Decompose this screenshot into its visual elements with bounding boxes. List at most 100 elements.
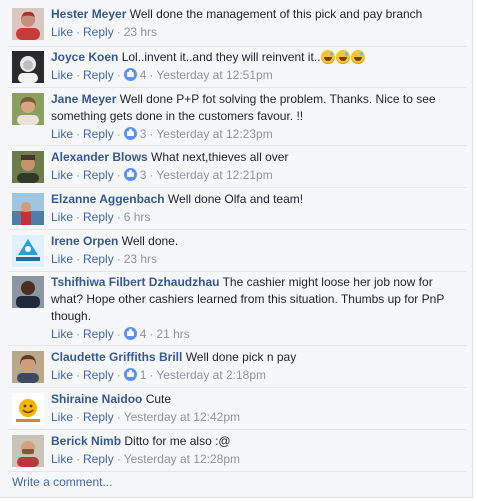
write-comment-link[interactable]: Write a comment... [12,475,112,489]
comment-author[interactable]: Jane Meyer [51,92,116,106]
comment-body: Alexander Blows What next,thieves all ov… [51,149,462,184]
comment-time[interactable]: 6 hrs [124,210,151,224]
divider [8,271,466,272]
comment-time[interactable]: 23 hrs [124,25,157,39]
reply-link[interactable]: Reply [83,452,114,466]
like-link[interactable]: Like [51,127,73,141]
avatar[interactable] [12,151,44,183]
avatar[interactable] [12,235,44,267]
comment-item: Shiraine Naidoo Cute Like · Reply · Yesterda… [0,391,470,427]
thumbs-up-icon[interactable] [123,168,137,181]
comment-item: Berick Nimb Ditto for me also :@ Like · Re… [0,433,470,469]
separator-dot: · [116,127,121,141]
comment-author[interactable]: Alexander Blows [51,150,148,164]
comment-author[interactable]: Irene Orpen [51,234,118,248]
separator-dot: · [116,168,121,182]
comment-time[interactable]: 21 hrs [156,327,189,341]
comment-time[interactable]: 23 hrs [124,252,157,266]
avatar[interactable] [12,8,44,40]
avatar[interactable] [12,93,44,125]
reply-link[interactable]: Reply [83,127,114,141]
thumbs-up-icon[interactable] [123,127,137,140]
comment-item: Hester Meyer Well done the management of… [0,6,470,42]
like-link[interactable]: Like [51,25,73,39]
avatar[interactable] [12,351,44,383]
like-link[interactable]: Like [51,452,73,466]
comment-text: What next,thieves all over [151,150,289,164]
separator-dot: · [116,452,121,466]
comment-body: Elzanne Aggenbach Well done Olfa and tea… [51,191,462,226]
comment-text: Ditto for me also :@ [124,434,231,448]
avatar[interactable] [12,193,44,225]
like-link[interactable]: Like [51,368,73,382]
grinning-sweat-emoji-icon [321,50,336,64]
comment-time[interactable]: Yesterday at 12:21pm [156,168,272,182]
like-link[interactable]: Like [51,327,73,341]
separator-dot: · [76,327,81,341]
separator-dot: · [116,210,121,224]
thumbs-up-icon[interactable] [123,68,137,81]
comment-actions: Like · Reply · 4 · Yesterday at 12:51pm [51,67,462,84]
separator-dot: · [76,127,81,141]
like-link[interactable]: Like [51,168,73,182]
comment-time[interactable]: Yesterday at 2:18pm [156,368,266,382]
like-link[interactable]: Like [51,68,73,82]
comment-body: Jane Meyer Well done P+P fot solving the… [51,91,462,143]
comment-actions: Like · Reply · Yesterday at 12:42pm [51,409,462,426]
separator-dot: · [76,25,81,39]
reply-link[interactable]: Reply [83,168,114,182]
comment-author[interactable]: Shiraine Naidoo [51,392,142,406]
thumbs-up-icon[interactable] [123,368,137,381]
separator-dot: · [149,168,154,182]
divider [8,429,466,430]
divider [8,46,466,47]
comment-author[interactable]: Hester Meyer [51,7,126,21]
reply-link[interactable]: Reply [83,368,114,382]
separator-dot: · [76,68,81,82]
comment-actions: Like · Reply · 1 · Yesterday at 2:18pm [51,367,462,384]
comment-author[interactable]: Berick Nimb [51,434,121,448]
comment-text: Lol..invent it..and they will reinvent i… [121,50,321,64]
avatar[interactable] [12,435,44,467]
comment-item: Joyce Koen Lol..invent it..and they will… [0,49,470,85]
separator-dot: · [116,410,121,424]
like-link[interactable]: Like [51,210,73,224]
divider [8,187,466,188]
reply-link[interactable]: Reply [83,68,114,82]
separator-dot: · [116,68,121,82]
comment-item: Alexander Blows What next,thieves all ov… [0,149,470,185]
like-link[interactable]: Like [51,410,73,424]
comment-time[interactable]: Yesterday at 12:28pm [124,452,240,466]
comment-text: Cute [145,392,172,406]
thumbs-up-icon[interactable] [123,327,137,340]
divider [8,471,466,472]
comment-time[interactable]: Yesterday at 12:42pm [124,410,240,424]
comment-actions: Like · Reply · Yesterday at 12:28pm [51,451,462,468]
comment-item: Claudette Griffiths Brill Well done pick… [0,349,470,385]
comment-time[interactable]: Yesterday at 12:51pm [156,68,272,82]
divider [8,229,466,230]
comment-text: Well done Olfa and team! [167,192,304,206]
separator-dot: · [76,368,81,382]
comment-actions: Like · Reply · 3 · Yesterday at 12:21pm [51,167,462,184]
reply-link[interactable]: Reply [83,210,114,224]
divider [8,87,466,88]
comment-text: Well done pick n pay [185,350,297,364]
reply-link[interactable]: Reply [83,327,114,341]
avatar[interactable] [12,276,44,308]
reply-link[interactable]: Reply [83,410,114,424]
comment-actions: Like · Reply · 4 · 21 hrs [51,326,462,343]
comment-author[interactable]: Claudette Griffiths Brill [51,350,182,364]
avatar[interactable] [12,51,44,83]
comment-author[interactable]: Tshifhiwa Filbert Dzhaudzhau [51,275,219,289]
avatar[interactable] [12,393,44,425]
comment-body: Irene Orpen Well done. Like · Reply · 23 hrs [51,233,462,268]
comment-text: Well done the management of this pick an… [129,7,423,21]
comment-author[interactable]: Elzanne Aggenbach [51,192,165,206]
reply-link[interactable]: Reply [83,252,114,266]
comment-text: Well done. [121,234,179,248]
comment-author[interactable]: Joyce Koen [51,50,118,64]
like-link[interactable]: Like [51,252,73,266]
reply-link[interactable]: Reply [83,25,114,39]
comment-time[interactable]: Yesterday at 12:23pm [156,127,272,141]
